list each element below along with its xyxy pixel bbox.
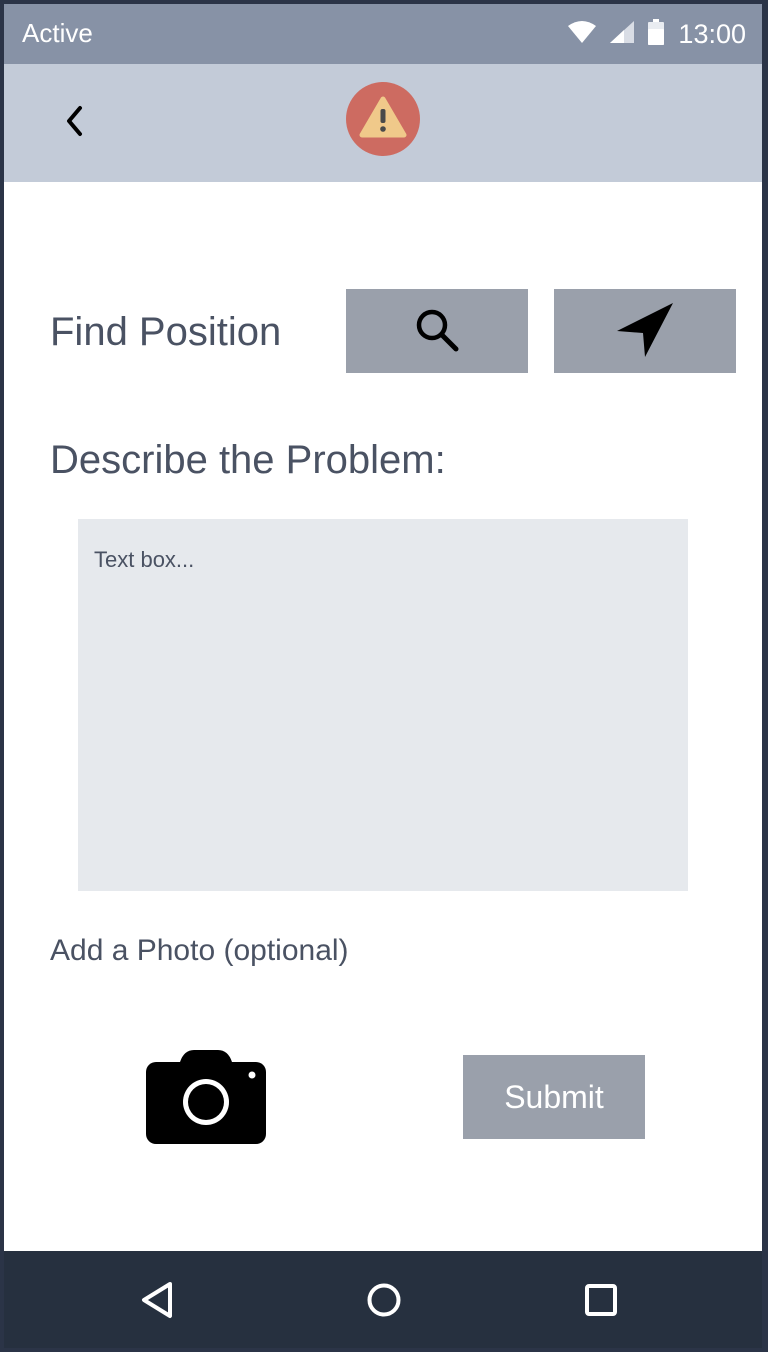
nav-recents-button[interactable] (576, 1277, 626, 1327)
camera-icon (146, 1050, 266, 1148)
report-form: Find Position Describe the Problem: Add … (4, 182, 762, 1251)
camera-button[interactable] (146, 1050, 266, 1144)
submit-button[interactable]: Submit (463, 1055, 645, 1139)
nav-home-button[interactable] (359, 1277, 409, 1327)
back-triangle-icon (140, 1281, 174, 1324)
navigation-arrow-icon (615, 301, 675, 362)
back-button[interactable] (54, 98, 94, 148)
add-photo-label: Add a Photo (optional) (50, 934, 349, 967)
search-position-button[interactable] (346, 289, 528, 373)
status-bar: Active 13:00 (4, 4, 762, 64)
search-icon (414, 307, 460, 356)
alert-badge (346, 82, 420, 156)
status-text: Active (22, 18, 93, 48)
describe-problem-label: Describe the Problem: (50, 438, 446, 482)
problem-description-input[interactable] (78, 519, 688, 891)
phone-screen: Active 13:00 Find Position Describe the … (4, 4, 762, 1348)
nav-back-button[interactable] (132, 1277, 182, 1327)
status-icons: 13:00 (568, 16, 746, 52)
chevron-left-icon (64, 105, 84, 142)
wifi-icon (568, 20, 597, 48)
app-header (4, 64, 762, 182)
navigation-bar (4, 1251, 762, 1348)
signal-icon (610, 20, 635, 48)
warning-triangle-icon (359, 96, 407, 143)
recents-square-icon (584, 1283, 618, 1322)
status-time: 13:00 (678, 18, 746, 49)
current-location-button[interactable] (554, 289, 736, 373)
home-circle-icon (366, 1282, 402, 1323)
battery-icon (648, 18, 665, 50)
find-position-label: Find Position (50, 310, 282, 354)
